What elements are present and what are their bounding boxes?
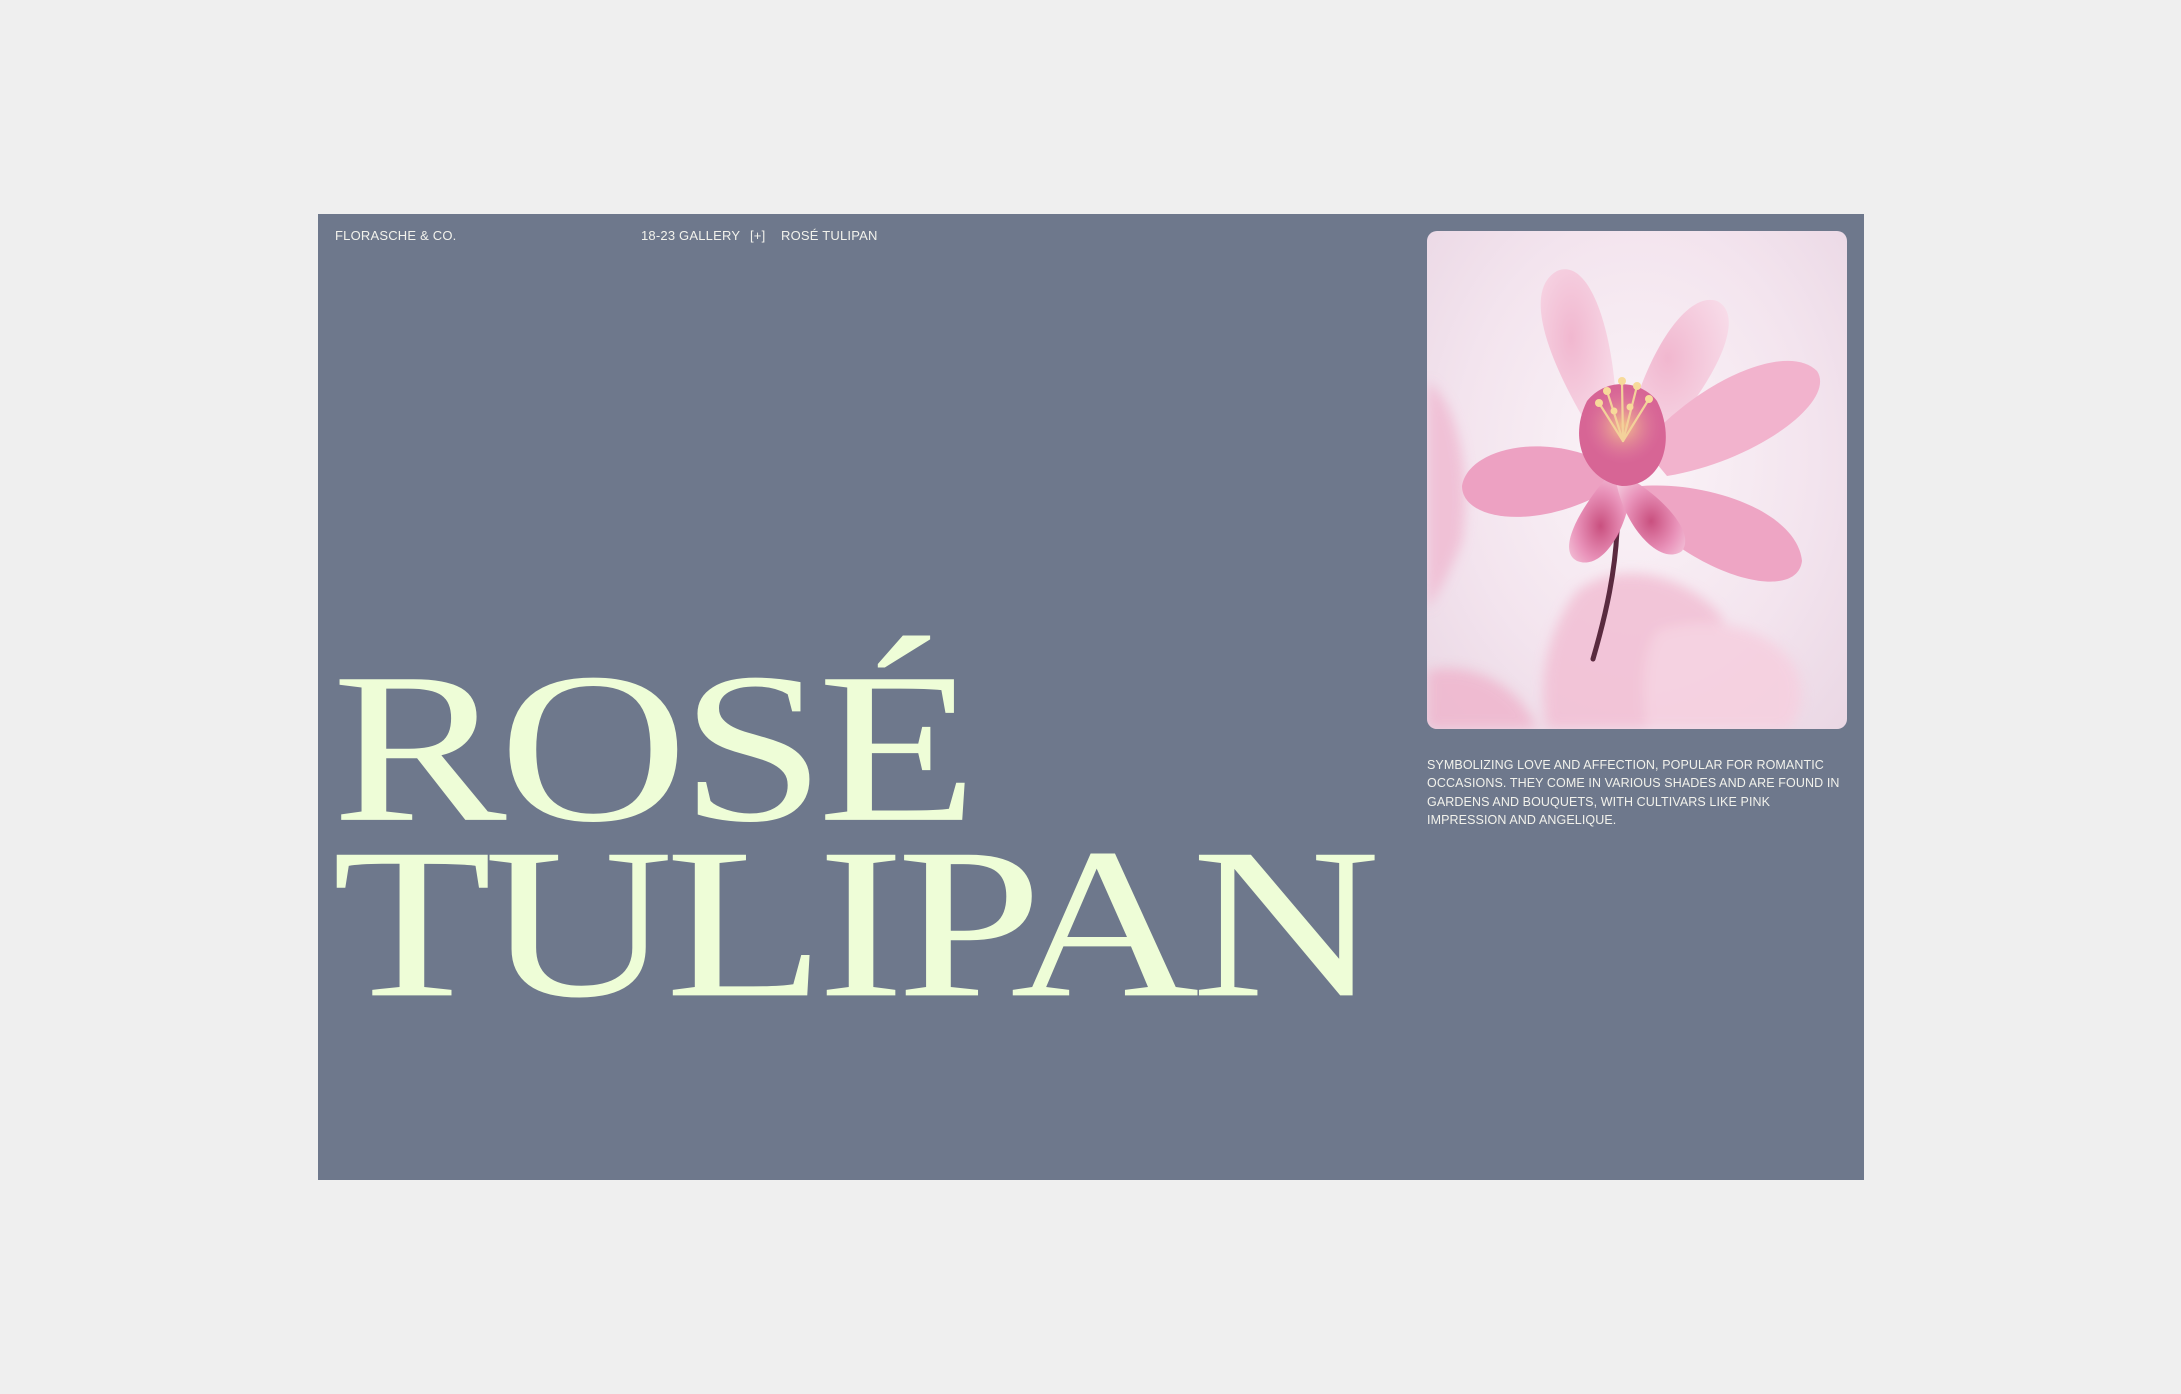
flower-photo: [1427, 231, 1847, 729]
title-line-2: TULIPAN: [332, 804, 1381, 1043]
page-title: ROSÉ TULIPAN: [332, 640, 1381, 1043]
flower-illustration: [1427, 269, 1821, 729]
gallery-link[interactable]: 18-23 GALLERY: [641, 228, 740, 243]
hero-panel: FLORASCHE & CO. 18-23 GALLERY [+] ROSÉ T…: [318, 214, 1864, 1180]
brand-logo[interactable]: FLORASCHE & CO.: [335, 228, 456, 243]
expand-toggle-button[interactable]: [+]: [750, 228, 765, 243]
flower-description: SYMBOLIZING LOVE AND AFFECTION, POPULAR …: [1427, 757, 1840, 828]
current-item-label: ROSÉ TULIPAN: [781, 228, 878, 243]
